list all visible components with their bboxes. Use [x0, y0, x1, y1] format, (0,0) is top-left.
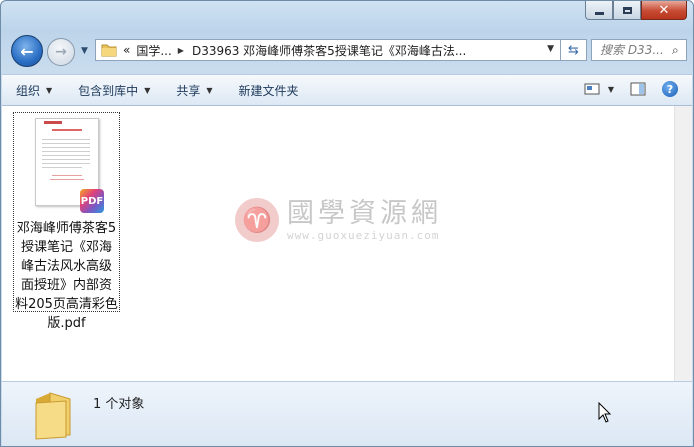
view-icon: [584, 83, 600, 95]
chevron-down-icon: ▼: [607, 84, 614, 94]
address-dropdown-icon[interactable]: ▼: [547, 44, 554, 54]
watermark-cn: 國學資源網: [287, 197, 442, 229]
thumbnail-line: [42, 139, 90, 140]
organize-menu[interactable]: 组织 ▼: [16, 82, 52, 99]
share-menu[interactable]: 共享 ▼: [176, 82, 212, 99]
breadcrumb-item-current[interactable]: D33963 邓海峰师傅茶客5授课笔记《邓海峰古法...: [192, 42, 466, 59]
thumbnail-line: [52, 175, 82, 176]
preview-pane-icon: [630, 82, 646, 96]
watermark-seal-icon: ♈: [235, 198, 279, 242]
new-folder-button[interactable]: 新建文件夹: [239, 82, 299, 99]
help-button[interactable]: ?: [662, 81, 678, 97]
thumbnail-line: [42, 167, 82, 168]
close-button[interactable]: ✕: [641, 1, 687, 20]
minimize-button[interactable]: [585, 1, 613, 20]
details-pane: 1 个对象: [2, 381, 692, 446]
thumbnail-line: [42, 143, 90, 144]
include-in-library-label: 包含到库中: [78, 83, 139, 98]
file-name[interactable]: 邓海峰师傅茶客5授课笔记《邓海峰古法风水高级面授班》内部资料205页高清彩色版.…: [15, 219, 118, 333]
close-icon: ✕: [658, 2, 670, 18]
mouse-cursor-icon: [598, 402, 612, 423]
watermark-text: 國學資源網 www.guoxueziyuan.com: [287, 197, 442, 242]
back-arrow-icon: ←: [20, 41, 34, 61]
toolbar-right-group: ▼ ?: [568, 81, 678, 97]
back-button[interactable]: ←: [11, 35, 43, 67]
refresh-button[interactable]: ⇆: [561, 39, 587, 61]
address-bar[interactable]: « 国学... ▶ D33963 邓海峰师傅茶客5授课笔记《邓海峰古法... ▼: [95, 39, 561, 61]
thumbnail-line: [42, 163, 90, 164]
watermark-url: www.guoxueziyuan.com: [287, 228, 440, 242]
vertical-scrollbar[interactable]: [674, 106, 692, 381]
breadcrumb-overflow[interactable]: «: [123, 43, 130, 57]
breadcrumb-item-guoxue[interactable]: 国学...: [136, 42, 171, 59]
search-icon[interactable]: ⌕: [672, 43, 679, 58]
watermark: ♈ 國學資源網 www.guoxueziyuan.com: [235, 198, 442, 242]
refresh-icon: ⇆: [568, 42, 579, 58]
chevron-down-icon: ▼: [46, 85, 53, 95]
recent-pages-dropdown[interactable]: ▼: [81, 46, 88, 56]
item-count: 1 个对象: [93, 397, 145, 412]
thumbnail-line: [42, 147, 90, 148]
thumbnail-line: [42, 159, 90, 160]
chevron-down-icon: ▼: [206, 85, 213, 95]
search-input[interactable]: [598, 42, 672, 58]
view-options-button[interactable]: ▼: [584, 83, 614, 95]
command-toolbar: 组织 ▼ 包含到库中 ▼ 共享 ▼ 新建文件夹 ▼ ?: [2, 74, 692, 106]
pdf-icon: PDF: [80, 189, 104, 213]
minimize-icon: [594, 11, 604, 15]
thumbnail-line: [50, 179, 84, 180]
folder-icon: [101, 44, 117, 57]
search-box[interactable]: ⌕: [591, 39, 687, 61]
thumbnail-title: [52, 129, 82, 131]
share-label: 共享: [176, 83, 201, 98]
file-list-pane[interactable]: PDF 邓海峰师傅茶客5授课笔记《邓海峰古法风水高级面授班》内部资料205页高清…: [2, 106, 675, 381]
breadcrumb-separator-icon[interactable]: ▶: [178, 46, 184, 55]
maximize-button[interactable]: [613, 1, 641, 20]
include-in-library-menu[interactable]: 包含到库中 ▼: [78, 82, 150, 99]
forward-button[interactable]: →: [47, 38, 75, 66]
new-folder-label: 新建文件夹: [238, 83, 299, 98]
file-item[interactable]: PDF 邓海峰师傅茶客5授课笔记《邓海峰古法风水高级面授班》内部资料205页高清…: [13, 112, 120, 331]
help-icon: ?: [662, 81, 678, 97]
chevron-down-icon: ▼: [144, 85, 151, 95]
thumbnail-header: [44, 121, 62, 124]
thumbnail-line: [42, 155, 90, 156]
explorer-window: ✕ ← → ▼ « 国学... ▶ D33963 邓海峰师傅茶客5授课笔记《邓海…: [0, 0, 694, 447]
forward-arrow-icon: →: [55, 44, 67, 60]
preview-pane-button[interactable]: [630, 82, 646, 96]
folder-large-icon: [35, 392, 71, 440]
thumbnail-line: [42, 151, 90, 152]
navigation-bar: ← → ▼ « 国学... ▶ D33963 邓海峰师傅茶客5授课笔记《邓海峰古…: [11, 35, 687, 67]
caption-buttons: ✕: [585, 1, 687, 20]
maximize-icon: [622, 6, 632, 14]
organize-label: 组织: [16, 83, 41, 98]
